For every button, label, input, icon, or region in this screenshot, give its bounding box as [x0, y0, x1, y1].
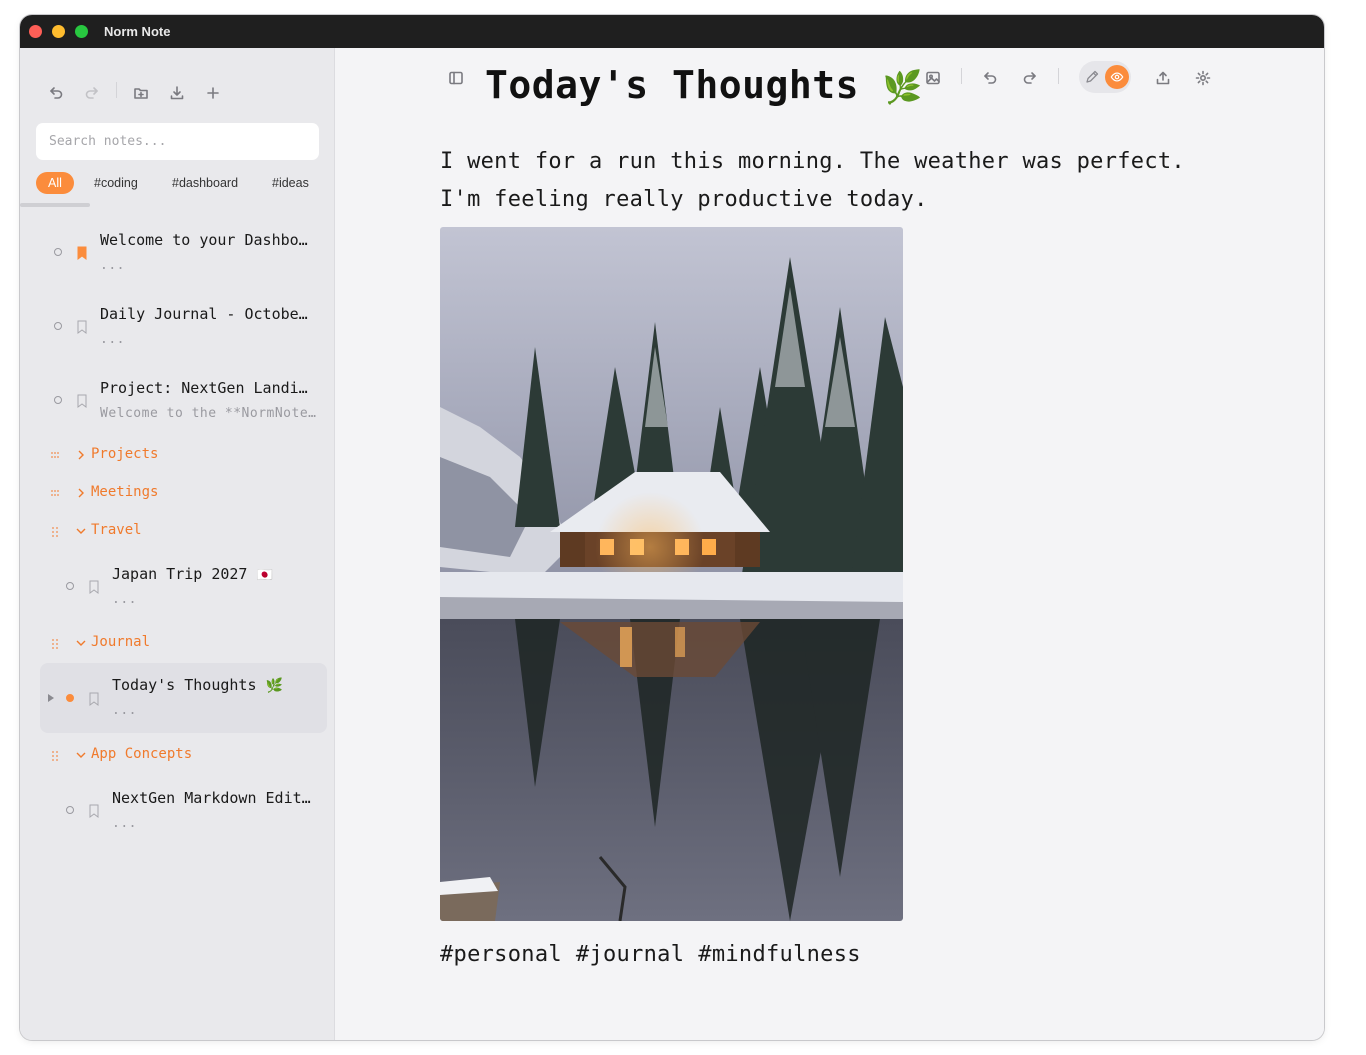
app-title: Norm Note	[104, 24, 171, 39]
note-preview: ...	[112, 592, 137, 607]
document-toolbar: Today's Thoughts 🌿	[336, 48, 1324, 138]
tag-link-journal[interactable]: #journal	[576, 942, 684, 967]
toolbar-divider	[1058, 68, 1059, 84]
mode-toggle[interactable]	[1079, 61, 1131, 93]
tag-filter-dashboard[interactable]: #dashboard	[172, 172, 238, 194]
body-line: I'm feeling really productive today.	[440, 187, 928, 212]
plus-icon[interactable]	[203, 83, 223, 103]
chevron-right-icon[interactable]	[75, 487, 87, 499]
note-status-dot	[54, 248, 62, 256]
note-title: Japan Trip 2027 🇯🇵	[112, 565, 273, 583]
herb-icon: 🌿	[265, 678, 283, 694]
drag-handle-icon[interactable]	[50, 488, 60, 500]
note-item-todays-thoughts[interactable]: Today's Thoughts 🌿 ...	[40, 663, 327, 733]
minimize-window-button[interactable]	[52, 25, 65, 38]
title-bar: Norm Note	[20, 15, 1324, 48]
note-status-dot	[54, 322, 62, 330]
bookmark-icon[interactable]	[88, 691, 100, 706]
note-item-daily-journal[interactable]: Daily Journal - Octobe… ...	[20, 292, 335, 354]
note-status-dot	[54, 396, 62, 404]
bookmark-icon[interactable]	[76, 393, 88, 408]
bookmark-icon[interactable]	[76, 245, 88, 260]
note-item-project-nextgen[interactable]: Project: NextGen Landi… Welcome to the *…	[20, 366, 335, 428]
document-body[interactable]: I went for a run this morning. The weath…	[440, 143, 1240, 219]
redo-icon[interactable]	[1020, 68, 1040, 88]
japan-flag-icon: 🇯🇵	[256, 568, 273, 583]
note-preview: ...	[112, 703, 137, 718]
tag-filter-coding[interactable]: #coding	[94, 172, 138, 194]
note-status-dot	[66, 694, 74, 702]
app-window: Norm Note All #coding #dashboard #ideas	[20, 15, 1324, 1040]
note-status-dot	[66, 806, 74, 814]
note-preview: ...	[112, 816, 137, 831]
toolbar-divider	[116, 82, 117, 98]
drag-handle-icon[interactable]	[50, 638, 60, 650]
folder-app-concepts[interactable]: App Concepts	[20, 746, 335, 768]
sidebar: All #coding #dashboard #ideas Welcome to…	[20, 48, 335, 1040]
folder-journal[interactable]: Journal	[20, 634, 335, 656]
folder-travel[interactable]: Travel	[20, 522, 335, 544]
folder-projects[interactable]: Projects	[20, 446, 335, 468]
undo-icon[interactable]	[980, 68, 1000, 88]
tag-link-mindfulness[interactable]: #mindfulness	[698, 942, 861, 967]
editor-pane: Today's Thoughts 🌿 I went for a run this…	[336, 48, 1324, 1040]
eye-icon[interactable]	[1105, 65, 1129, 89]
note-preview: ...	[100, 332, 125, 347]
folder-name: Travel	[91, 522, 142, 538]
note-title: Welcome to your Dashbo…	[100, 231, 308, 249]
note-preview: Welcome to the **NormNote…	[100, 406, 317, 421]
document-title[interactable]: Today's Thoughts 🌿	[485, 63, 923, 107]
sidebar-toggle-icon[interactable]	[446, 68, 466, 88]
note-preview: ...	[100, 258, 125, 273]
chevron-right-icon[interactable]	[75, 449, 87, 461]
note-item-nextgen-markdown[interactable]: NextGen Markdown Edit… ...	[20, 776, 335, 838]
folder-name: Meetings	[91, 484, 159, 500]
drag-handle-icon[interactable]	[50, 750, 60, 762]
tag-link-personal[interactable]: #personal	[440, 942, 562, 967]
gear-icon[interactable]	[1193, 68, 1213, 88]
close-window-button[interactable]	[29, 25, 42, 38]
note-status-dot	[66, 582, 74, 590]
folder-meetings[interactable]: Meetings	[20, 484, 335, 506]
note-item-welcome[interactable]: Welcome to your Dashbo… ...	[20, 218, 335, 280]
undo-icon[interactable]	[46, 83, 66, 103]
note-title: Daily Journal - Octobe…	[100, 305, 308, 323]
note-item-japan-trip[interactable]: Japan Trip 2027 🇯🇵 ...	[20, 552, 335, 614]
pen-icon[interactable]	[1084, 69, 1100, 85]
bookmark-icon[interactable]	[88, 579, 100, 594]
embedded-image-cabin[interactable]	[440, 227, 903, 921]
chevron-down-icon[interactable]	[75, 525, 87, 537]
tag-filter-ideas[interactable]: #ideas	[272, 172, 309, 194]
document-tags: #personal #journal #mindfulness	[440, 942, 875, 967]
image-icon[interactable]	[923, 68, 943, 88]
bookmark-icon[interactable]	[88, 803, 100, 818]
chevron-down-icon[interactable]	[75, 637, 87, 649]
drag-handle-icon[interactable]	[50, 526, 60, 538]
folder-name: Projects	[91, 446, 159, 462]
download-icon[interactable]	[167, 83, 187, 103]
play-icon[interactable]	[48, 694, 54, 702]
folder-name: App Concepts	[91, 746, 193, 762]
drag-handle-icon[interactable]	[50, 450, 60, 462]
toolbar-divider	[961, 68, 962, 84]
note-title: Today's Thoughts 🌿	[112, 676, 283, 694]
redo-icon[interactable]	[82, 83, 102, 103]
note-title: NextGen Markdown Edit…	[112, 789, 311, 807]
tag-scrollbar[interactable]	[20, 203, 90, 207]
new-folder-icon[interactable]	[131, 83, 151, 103]
share-icon[interactable]	[1153, 68, 1173, 88]
bookmark-icon[interactable]	[76, 319, 88, 334]
search-input[interactable]	[36, 123, 319, 160]
zoom-window-button[interactable]	[75, 25, 88, 38]
herb-icon: 🌿	[882, 68, 923, 106]
tag-filter-all[interactable]: All	[36, 172, 74, 194]
folder-name: Journal	[91, 634, 151, 650]
note-title: Project: NextGen Landi…	[100, 379, 308, 397]
body-line: I went for a run this morning. The weath…	[440, 149, 1185, 174]
chevron-down-icon[interactable]	[75, 749, 87, 761]
